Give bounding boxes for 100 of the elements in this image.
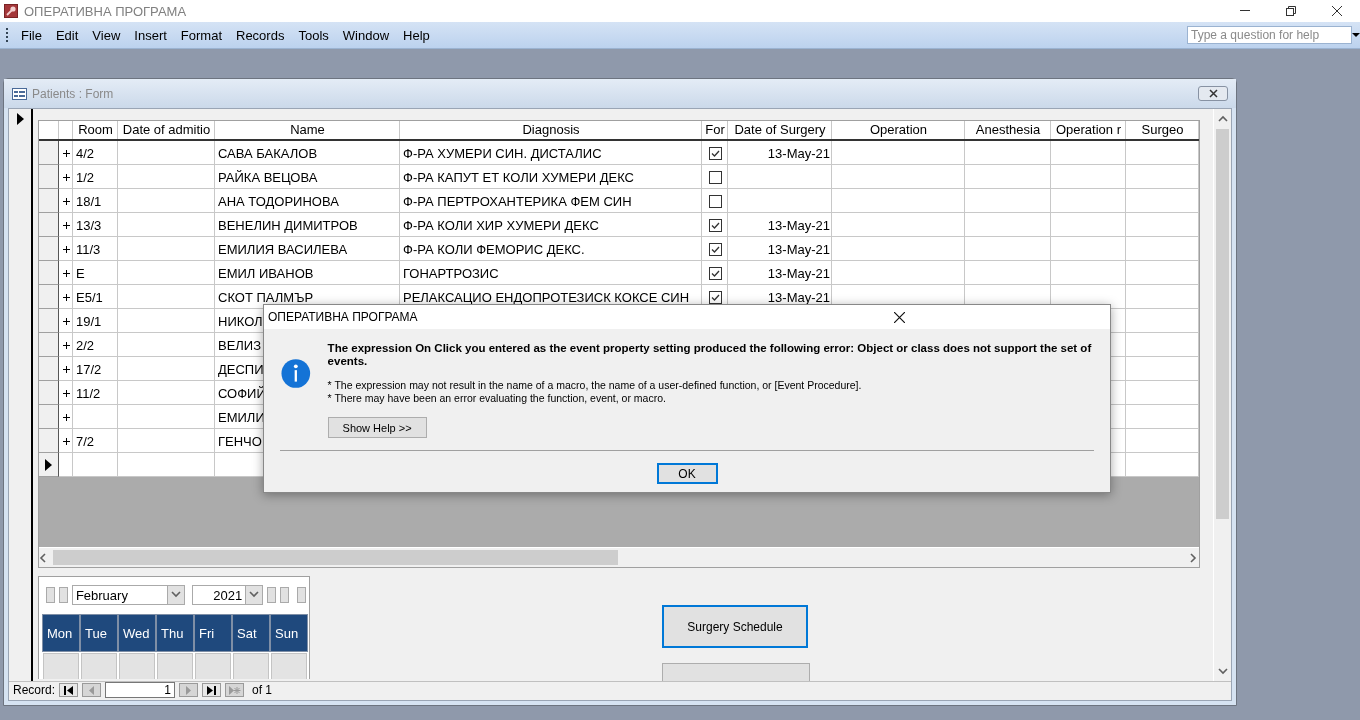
- menu-item[interactable]: Help: [396, 27, 437, 43]
- last-record-button[interactable]: [202, 683, 222, 697]
- table-cell: ЕМИЛ ИВАНОВ: [218, 265, 314, 281]
- row-selector[interactable]: [39, 357, 59, 381]
- row-selector[interactable]: [39, 165, 59, 189]
- table-cell: E: [76, 265, 85, 281]
- checkbox[interactable]: [708, 242, 722, 256]
- restore-icon[interactable]: [1286, 6, 1296, 16]
- column-header[interactable]: Room: [73, 121, 118, 141]
- close-icon[interactable]: [1332, 6, 1342, 16]
- checkbox[interactable]: [708, 266, 722, 280]
- table-cell: 7/2: [76, 433, 95, 449]
- menu-item[interactable]: Records: [229, 27, 292, 43]
- menu-item[interactable]: Edit: [48, 27, 86, 43]
- weekday-header: Sat: [232, 614, 270, 652]
- surgery-schedule-button[interactable]: Surgery Schedule: [662, 605, 808, 648]
- menu-item[interactable]: Tools: [291, 27, 336, 43]
- day-cell[interactable]: [81, 653, 117, 679]
- expand-icon[interactable]: [62, 269, 70, 277]
- menu-item[interactable]: File: [14, 27, 49, 43]
- scroll-right-icon[interactable]: [1189, 552, 1199, 563]
- scroll-down-icon[interactable]: [1217, 667, 1228, 677]
- dropdown-icon[interactable]: [1352, 32, 1360, 38]
- show-help-button[interactable]: Show Help >>: [327, 417, 427, 438]
- table-cell: 18/1: [76, 193, 102, 209]
- scroll-left-icon[interactable]: [39, 552, 49, 563]
- expand-icon[interactable]: [62, 221, 70, 229]
- month-dropdown[interactable]: February: [71, 585, 185, 605]
- first-record-icon: [62, 684, 75, 696]
- column-header[interactable]: Anesthesia: [965, 121, 1051, 141]
- column-header[interactable]: Date of Surgery: [728, 121, 832, 141]
- year-dropdown[interactable]: 2021: [191, 585, 264, 605]
- checkbox[interactable]: [708, 290, 722, 304]
- menu-item[interactable]: View: [85, 27, 128, 43]
- close-icon: [1208, 89, 1218, 98]
- help-search-field[interactable]: Type a question for help: [1187, 26, 1352, 44]
- checkbox[interactable]: [708, 170, 722, 184]
- day-cell[interactable]: [271, 653, 307, 679]
- expand-icon[interactable]: [62, 197, 70, 205]
- menu-item[interactable]: Format: [173, 27, 229, 43]
- table-cell: Ф-РА КОЛИ ФЕМОРИС ДЕКС.: [403, 241, 585, 257]
- column-header[interactable]: Diagnosis: [400, 121, 702, 141]
- expand-icon[interactable]: [62, 173, 70, 181]
- table-cell: 13-May-21: [767, 241, 830, 257]
- column-header[interactable]: Date of admitio: [118, 121, 215, 141]
- expand-icon[interactable]: [62, 413, 70, 421]
- expand-icon[interactable]: [62, 149, 70, 157]
- column-header[interactable]: Surgeo: [1126, 121, 1199, 141]
- day-cell[interactable]: [157, 653, 193, 679]
- ok-button[interactable]: OK: [656, 463, 718, 484]
- table-cell: Ф-РА КАПУТ ЕТ КОЛИ ХУМЕРИ ДЕКС: [403, 169, 634, 185]
- row-selector[interactable]: [39, 333, 59, 357]
- checkbox[interactable]: [708, 194, 722, 208]
- record-number-field[interactable]: 1: [105, 682, 176, 698]
- day-cell[interactable]: [233, 653, 269, 679]
- table-cell: НИКОЛ: [218, 313, 263, 329]
- row-selector[interactable]: [39, 429, 59, 453]
- close-button[interactable]: [1198, 86, 1228, 101]
- first-record-button[interactable]: [59, 683, 79, 697]
- record-selector-icon: [16, 113, 24, 125]
- scrollbar-thumb[interactable]: [53, 550, 618, 565]
- row-selector[interactable]: [39, 405, 59, 429]
- day-cell[interactable]: [195, 653, 231, 679]
- table-cell: Ф-РА ПЕРТРОХАНТЕРИКА ФЕМ СИН: [403, 193, 632, 209]
- scrollbar-thumb[interactable]: [1216, 129, 1229, 519]
- expand-icon[interactable]: [62, 245, 70, 253]
- row-selector[interactable]: [39, 453, 59, 477]
- horizontal-scrollbar[interactable]: [39, 547, 1199, 567]
- expand-icon[interactable]: [62, 317, 70, 325]
- expand-icon[interactable]: [62, 341, 70, 349]
- row-selector[interactable]: [39, 141, 59, 165]
- row-selector[interactable]: [39, 237, 59, 261]
- day-cell[interactable]: [119, 653, 155, 679]
- menu-item[interactable]: Insert: [127, 27, 174, 43]
- expand-icon[interactable]: [62, 389, 70, 397]
- close-icon[interactable]: [894, 311, 905, 323]
- row-selector[interactable]: [39, 285, 59, 309]
- table-cell: 1/2: [76, 169, 95, 185]
- checkbox[interactable]: [708, 146, 722, 160]
- expand-icon[interactable]: [62, 365, 70, 373]
- row-selector[interactable]: [39, 261, 59, 285]
- expand-icon[interactable]: [62, 293, 70, 301]
- table-cell: 11/2: [76, 385, 101, 401]
- table-cell: АНА ТОДОРИНОВА: [218, 193, 339, 209]
- checkbox[interactable]: [708, 218, 722, 232]
- column-header[interactable]: Operation r: [1051, 121, 1126, 141]
- vertical-scrollbar[interactable]: [1213, 109, 1231, 681]
- row-selector[interactable]: [39, 189, 59, 213]
- row-selector[interactable]: [39, 381, 59, 405]
- table-cell: 2/2: [76, 337, 95, 353]
- row-selector[interactable]: [39, 309, 59, 333]
- column-header[interactable]: Name: [215, 121, 400, 141]
- minimize-icon[interactable]: [1240, 10, 1250, 12]
- day-cell[interactable]: [43, 653, 79, 679]
- row-selector[interactable]: [39, 213, 59, 237]
- column-header[interactable]: Operation: [832, 121, 965, 141]
- table-cell: ВЕЛИЗ: [218, 337, 262, 353]
- column-header[interactable]: For: [702, 121, 728, 141]
- expand-icon[interactable]: [62, 437, 70, 445]
- menu-item[interactable]: Window: [335, 27, 397, 43]
